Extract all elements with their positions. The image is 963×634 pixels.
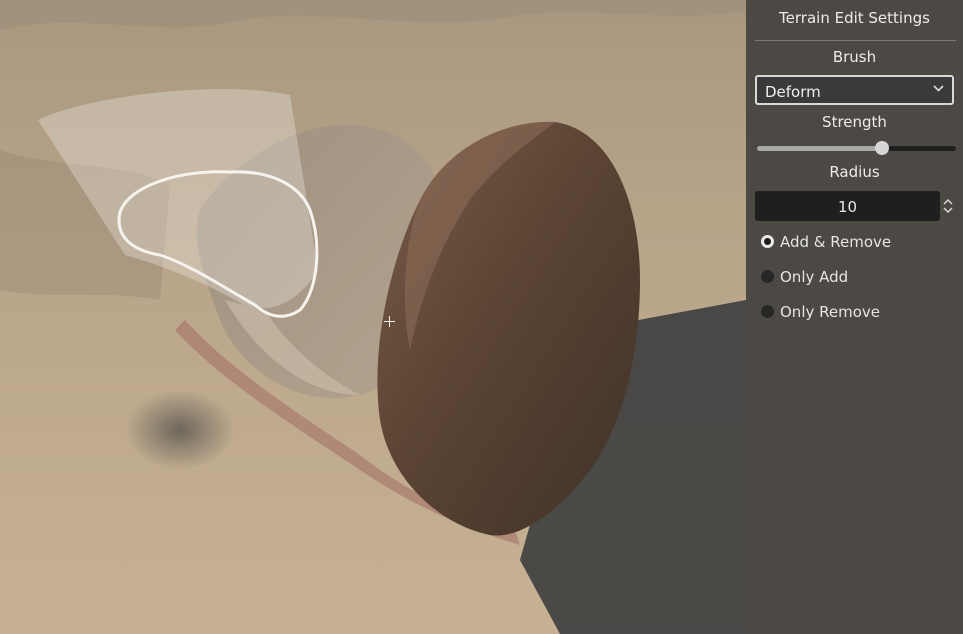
radio-button[interactable]	[761, 305, 774, 318]
strength-label: Strength	[822, 113, 887, 131]
radius-value: 10	[837, 198, 858, 216]
radius-spinbox[interactable]: 10	[755, 191, 940, 221]
strength-slider-fill	[757, 146, 883, 151]
terrain-viewport[interactable]	[0, 0, 746, 634]
mode-option[interactable]: Add & Remove	[761, 231, 951, 253]
crosshair-icon	[384, 316, 395, 327]
brush-dropdown-value: Deform	[765, 83, 821, 101]
radio-button[interactable]	[761, 270, 774, 283]
strength-slider[interactable]	[757, 146, 956, 151]
mode-option[interactable]: Only Remove	[761, 301, 951, 323]
strength-slider-handle[interactable]	[875, 141, 890, 155]
terrain-edit-settings-panel: Terrain Edit Settings Brush Deform Stren…	[746, 0, 963, 634]
panel-divider	[755, 40, 956, 41]
ground-shadow	[125, 390, 235, 470]
brush-dropdown[interactable]: Deform	[755, 75, 954, 105]
mode-option-label: Add & Remove	[780, 233, 892, 251]
brush-label: Brush	[832, 48, 877, 66]
terrain-scene	[0, 0, 746, 634]
panel-title: Terrain Edit Settings	[779, 9, 930, 27]
up-down-arrows-icon[interactable]	[942, 196, 954, 216]
mode-option[interactable]: Only Add	[761, 266, 951, 288]
radio-button[interactable]	[761, 235, 774, 248]
mode-option-label: Only Add	[780, 268, 849, 286]
radius-label: Radius	[829, 163, 880, 181]
chevron-down-icon	[933, 81, 944, 99]
game-screen: Terrain Edit Settings Brush Deform Stren…	[0, 0, 963, 634]
mode-option-label: Only Remove	[780, 303, 880, 321]
